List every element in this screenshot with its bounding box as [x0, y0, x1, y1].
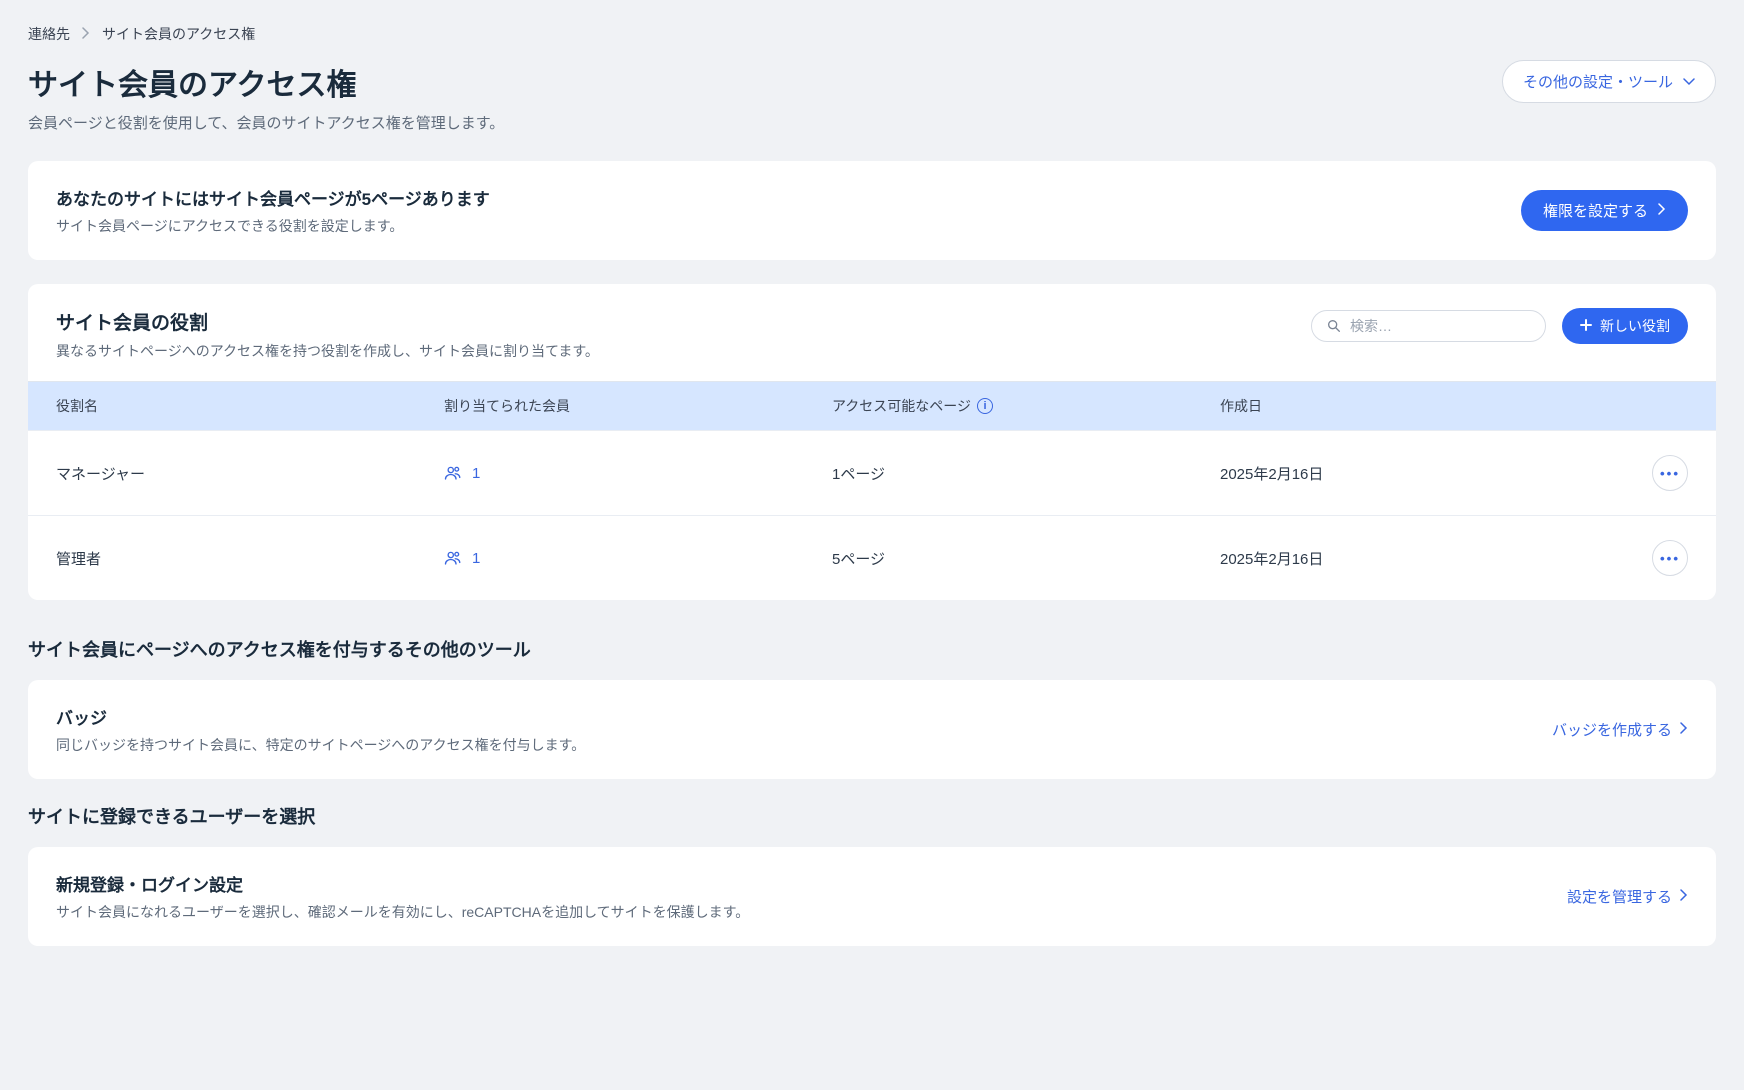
- manage-settings-link[interactable]: 設定を管理する: [1567, 886, 1688, 907]
- select-users-heading: サイトに登録できるユーザーを選択: [28, 803, 1716, 829]
- badge-title: バッジ: [56, 704, 1552, 729]
- col-accessible: アクセス可能なページ i: [832, 396, 1220, 416]
- col-assigned: 割り当てられた会員: [444, 396, 832, 416]
- roles-title: サイト会員の役割: [56, 308, 599, 335]
- new-role-button[interactable]: 新しい役割: [1562, 308, 1688, 344]
- signup-desc: サイト会員になれるユーザーを選択し、確認メールを有効にし、reCAPTCHAを追…: [56, 902, 1567, 922]
- roles-desc: 異なるサイトページへのアクセス権を持つ役割を作成し、サイト会員に割り当てます。: [56, 341, 599, 361]
- chevron-right-icon: [82, 26, 90, 42]
- chevron-down-icon: [1683, 75, 1695, 89]
- role-name-cell: 管理者: [56, 548, 444, 569]
- members-icon: [444, 464, 462, 482]
- set-permissions-button[interactable]: 権限を設定する: [1521, 190, 1688, 231]
- other-settings-button[interactable]: その他の設定・ツール: [1502, 60, 1716, 103]
- plus-icon: [1580, 318, 1592, 334]
- chevron-right-icon: [1658, 203, 1666, 218]
- page-subtitle: 会員ページと役割を使用して、会員のサイトアクセス権を管理します。: [28, 112, 504, 133]
- col-role-name: 役割名: [56, 396, 444, 416]
- ellipsis-icon: •••: [1660, 466, 1680, 481]
- created-cell: 2025年2月16日: [1220, 463, 1608, 484]
- info-icon[interactable]: i: [977, 398, 993, 414]
- member-pages-desc: サイト会員ページにアクセスできる役割を設定します。: [56, 216, 1521, 236]
- table-row[interactable]: マネージャー 1 1ページ 2025年2月16日 •••: [28, 430, 1716, 515]
- roles-table-header: 役割名 割り当てられた会員 アクセス可能なページ i 作成日: [28, 381, 1716, 430]
- row-more-button[interactable]: •••: [1652, 455, 1688, 491]
- search-input-wrap[interactable]: [1311, 310, 1546, 342]
- assigned-cell[interactable]: 1: [444, 464, 832, 482]
- badge-desc: 同じバッジを持つサイト会員に、特定のサイトページへのアクセス権を付与します。: [56, 735, 1552, 755]
- created-cell: 2025年2月16日: [1220, 548, 1608, 569]
- create-badge-label: バッジを作成する: [1552, 719, 1672, 740]
- breadcrumb-item-contacts[interactable]: 連絡先: [28, 24, 70, 44]
- role-name-cell: マネージャー: [56, 463, 444, 484]
- new-role-label: 新しい役割: [1600, 316, 1670, 336]
- row-more-button[interactable]: •••: [1652, 540, 1688, 576]
- assigned-cell[interactable]: 1: [444, 549, 832, 567]
- badge-card: バッジ 同じバッジを持つサイト会員に、特定のサイトページへのアクセス権を付与しま…: [28, 680, 1716, 779]
- other-tools-heading: サイト会員にページへのアクセス権を付与するその他のツール: [28, 636, 1716, 662]
- ellipsis-icon: •••: [1660, 551, 1680, 566]
- members-icon: [444, 549, 462, 567]
- set-permissions-label: 権限を設定する: [1543, 200, 1648, 221]
- chevron-right-icon: [1680, 889, 1688, 904]
- roles-card: サイト会員の役割 異なるサイトページへのアクセス権を持つ役割を作成し、サイト会員…: [28, 284, 1716, 600]
- search-icon: [1326, 318, 1342, 334]
- breadcrumb: 連絡先 サイト会員のアクセス権: [28, 24, 1716, 44]
- col-created: 作成日: [1220, 396, 1608, 416]
- member-pages-title: あなたのサイトにはサイト会員ページが5ページあります: [56, 185, 1521, 210]
- chevron-right-icon: [1680, 722, 1688, 737]
- create-badge-link[interactable]: バッジを作成する: [1552, 719, 1688, 740]
- page-title: サイト会員のアクセス権: [28, 60, 504, 104]
- member-pages-card: あなたのサイトにはサイト会員ページが5ページあります サイト会員ページにアクセス…: [28, 161, 1716, 260]
- search-input[interactable]: [1350, 318, 1531, 334]
- other-settings-label: その他の設定・ツール: [1523, 71, 1673, 92]
- table-row[interactable]: 管理者 1 5ページ 2025年2月16日 •••: [28, 515, 1716, 600]
- signup-card: 新規登録・ログイン設定 サイト会員になれるユーザーを選択し、確認メールを有効にし…: [28, 847, 1716, 946]
- signup-title: 新規登録・ログイン設定: [56, 871, 1567, 896]
- pages-cell: 5ページ: [832, 548, 1220, 569]
- breadcrumb-item-current: サイト会員のアクセス権: [102, 24, 255, 44]
- manage-settings-label: 設定を管理する: [1567, 886, 1672, 907]
- pages-cell: 1ページ: [832, 463, 1220, 484]
